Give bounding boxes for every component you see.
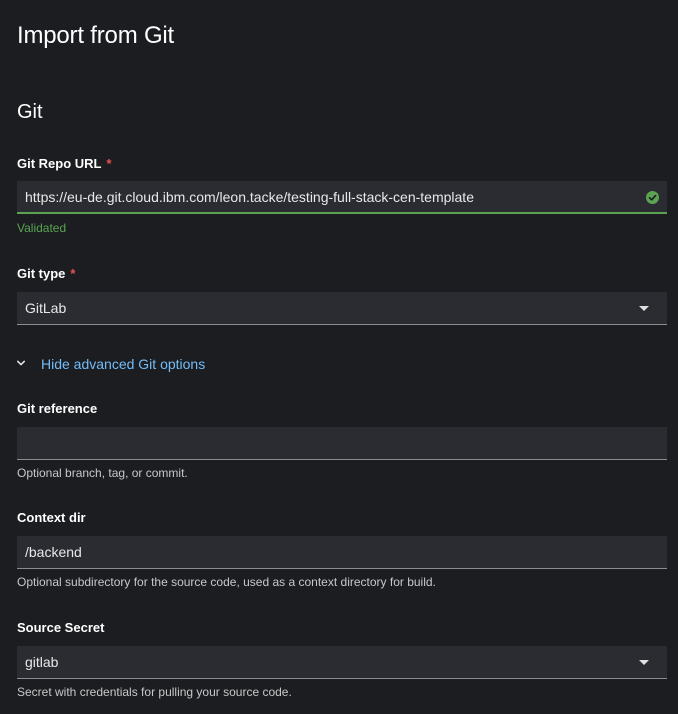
git-type-label-text: Git type — [17, 266, 66, 281]
git-repo-url-field — [17, 181, 667, 214]
context-dir-helper: Optional subdirectory for the source cod… — [17, 575, 436, 589]
git-type-select[interactable]: GitLab — [17, 292, 667, 325]
git-repo-url-label-text: Git Repo URL — [17, 156, 102, 171]
hide-advanced-git-options-toggle[interactable]: Hide advanced Git options — [17, 356, 205, 372]
source-secret-selected-value: gitlab — [25, 654, 59, 670]
git-repo-url-label: Git Repo URL * — [17, 156, 112, 171]
chevron-down-icon — [17, 360, 25, 366]
git-repo-url-status: Validated — [17, 221, 67, 235]
required-marker: * — [70, 266, 76, 281]
git-reference-field — [17, 427, 667, 460]
import-from-git-page: Import from Git Git Git Repo URL * Valida… — [0, 0, 678, 714]
required-marker: * — [106, 156, 112, 171]
context-dir-label: Context dir — [17, 510, 86, 525]
context-dir-input[interactable] — [17, 536, 667, 568]
git-reference-input[interactable] — [17, 427, 667, 459]
git-type-label: Git type * — [17, 266, 75, 281]
git-type-selected-value: GitLab — [25, 300, 67, 316]
check-circle-icon — [646, 191, 659, 204]
git-reference-helper: Optional branch, tag, or commit. — [17, 466, 188, 480]
git-reference-label: Git reference — [17, 401, 98, 416]
source-secret-label: Source Secret — [17, 620, 105, 635]
section-title-git: Git — [17, 101, 43, 123]
page-title: Import from Git — [17, 22, 175, 49]
source-secret-select[interactable]: gitlab — [17, 646, 667, 679]
context-dir-field — [17, 536, 667, 569]
hide-advanced-git-options-label: Hide advanced Git options — [41, 356, 206, 372]
source-secret-helper: Secret with credentials for pulling your… — [17, 685, 292, 699]
caret-down-icon — [639, 306, 649, 311]
caret-down-icon — [639, 660, 649, 665]
git-repo-url-input[interactable] — [17, 181, 667, 212]
